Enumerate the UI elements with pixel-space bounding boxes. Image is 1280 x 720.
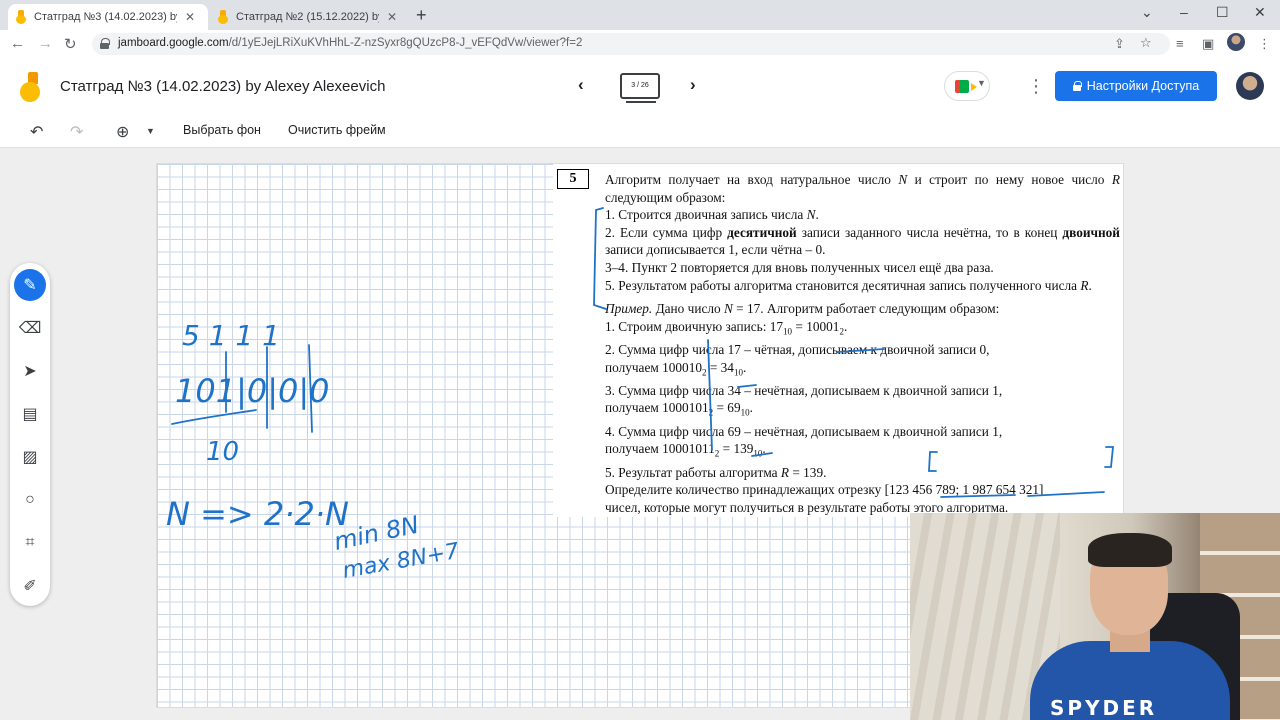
bracket-mark xyxy=(928,451,938,472)
handwritten-digits: 5 1 1 1 xyxy=(182,319,280,352)
add-image-tool-icon[interactable]: ▨ xyxy=(14,441,46,473)
handwritten-binary: 101|0|0|0 xyxy=(175,372,330,410)
underline-mark xyxy=(751,452,773,457)
separator-mark xyxy=(707,339,713,451)
handwritten-formula: N => 2·2·N xyxy=(166,495,349,533)
underline-mark xyxy=(940,494,1016,498)
bracket-mark xyxy=(593,207,607,310)
webcam-video: SPYDER xyxy=(910,513,1280,720)
underline-mark xyxy=(1027,491,1105,497)
text-box-tool-icon[interactable]: ⌗ xyxy=(14,527,46,559)
underline-mark xyxy=(737,384,757,388)
pen-tool-icon[interactable]: ✎ xyxy=(14,269,46,301)
eraser-tool-icon[interactable]: ⌫ xyxy=(14,312,46,344)
underline-mark xyxy=(837,348,885,353)
bracket-mark xyxy=(1104,446,1114,468)
handwritten-note: 10 xyxy=(206,437,239,467)
laser-tool-icon[interactable]: ✐ xyxy=(14,570,46,602)
underline-mark xyxy=(171,409,257,425)
tool-palette: ✎ ⌫ ➤ ▤ ▨ ○ ⌗ ✐ xyxy=(10,263,50,606)
shirt-logo: SPYDER xyxy=(1050,696,1158,720)
sticky-note-tool-icon[interactable]: ▤ xyxy=(14,398,46,430)
select-tool-icon[interactable]: ➤ xyxy=(14,355,46,387)
circle-shape-tool-icon[interactable]: ○ xyxy=(14,484,46,516)
